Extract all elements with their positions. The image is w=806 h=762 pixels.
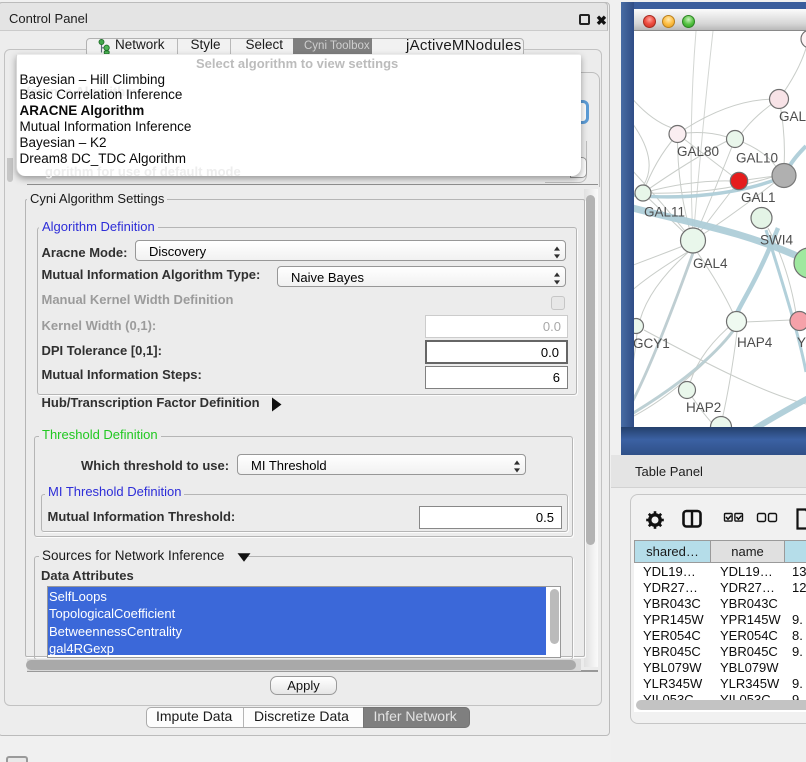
svg-text:GAL11: GAL11 [644, 205, 685, 220]
svg-text:SWI4: SWI4 [760, 233, 793, 248]
svg-text:GAL4: GAL4 [693, 256, 728, 271]
svg-text:YJ: YJ [797, 335, 806, 350]
svg-text:GAL80: GAL80 [677, 144, 719, 159]
svg-text:GCY1: GCY1 [634, 336, 670, 351]
svg-text:HAP2: HAP2 [686, 400, 721, 415]
svg-text:GAL1: GAL1 [741, 190, 776, 205]
svg-text:GAL7: GAL7 [779, 109, 806, 124]
svg-text:GAL10: GAL10 [736, 151, 778, 166]
svg-text:HAP4: HAP4 [737, 335, 773, 350]
